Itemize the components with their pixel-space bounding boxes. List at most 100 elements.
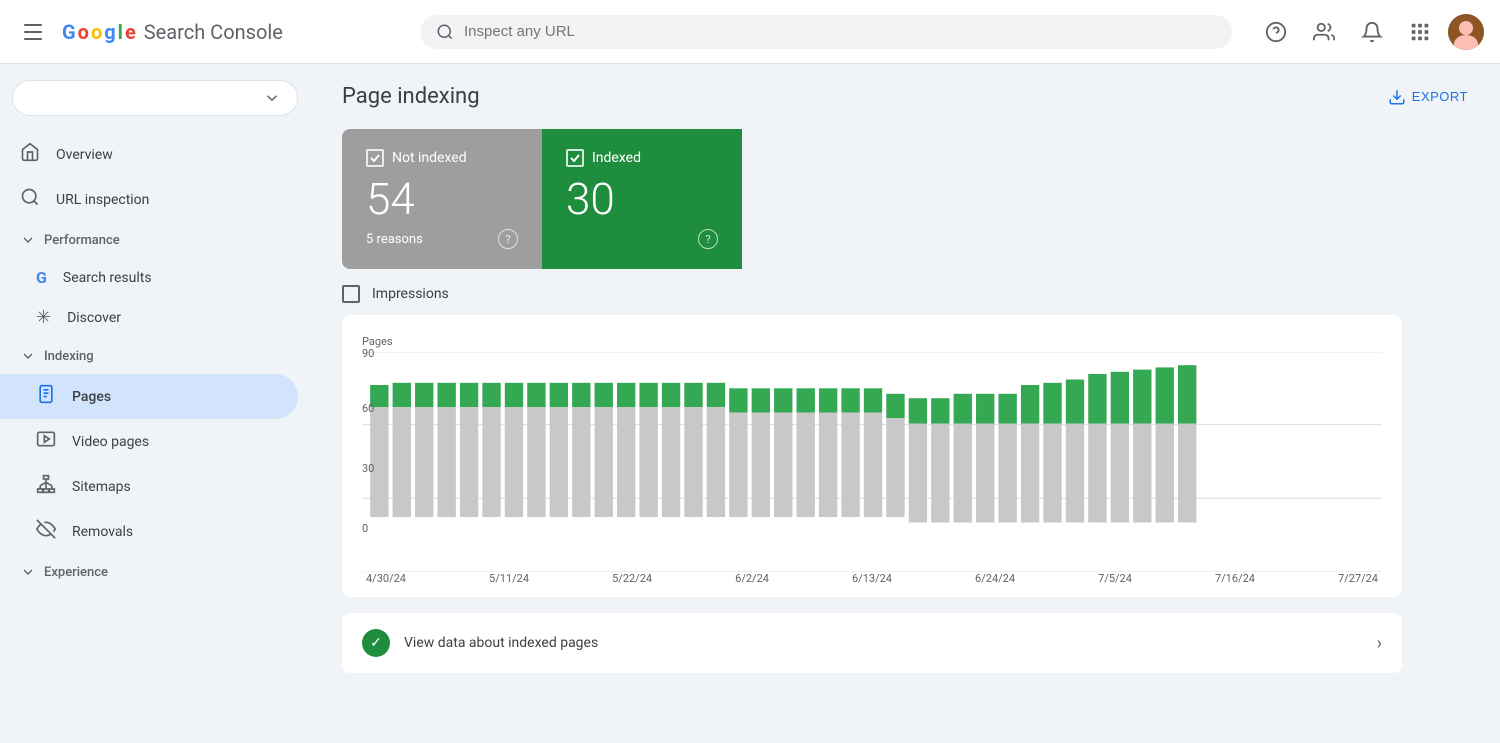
- sidebar-section-experience[interactable]: Experience: [0, 554, 310, 590]
- sidebar-item-discover[interactable]: ✳ Discover: [0, 297, 298, 338]
- topbar-left: Google Search Console: [16, 16, 396, 48]
- google-g-icon: G: [36, 268, 47, 287]
- logo-e: e: [125, 20, 136, 44]
- indexed-count: 30: [566, 175, 718, 223]
- arrow-right-icon: ›: [1377, 633, 1382, 654]
- app-name: Search Console: [144, 20, 283, 44]
- url-search-input[interactable]: [464, 23, 1216, 40]
- topbar: Google Search Console: [0, 0, 1500, 64]
- not-indexed-checkbox: [366, 149, 384, 167]
- help-icon: [1265, 21, 1287, 43]
- indexed-footer: ?: [566, 229, 718, 249]
- users-button[interactable]: [1304, 12, 1344, 52]
- bottom-card-text: View data about indexed pages: [404, 635, 598, 651]
- magnify-icon: [20, 187, 40, 212]
- app-logo: Google Search Console: [62, 20, 283, 44]
- chevron-down-icon: [20, 348, 36, 364]
- sidebar-item-label: Pages: [72, 389, 111, 405]
- check-icon: [569, 152, 581, 164]
- bell-icon: [1361, 21, 1383, 43]
- sidebar-item-search-results[interactable]: G Search results: [0, 258, 298, 297]
- notifications-button[interactable]: [1352, 12, 1392, 52]
- not-indexed-reasons: 5 reasons: [366, 232, 423, 247]
- eye-off-icon: [36, 519, 56, 544]
- pages-icon: [36, 384, 56, 409]
- avatar[interactable]: [1448, 14, 1484, 50]
- sidebar-item-label: Search results: [63, 270, 152, 286]
- indexed-checkbox: [566, 149, 584, 167]
- sidebar-section-performance[interactable]: Performance: [0, 222, 310, 258]
- x-label-7: 7/5/24: [1098, 572, 1132, 585]
- export-button[interactable]: EXPORT: [1388, 88, 1468, 106]
- not-indexed-header: Not indexed: [366, 149, 518, 167]
- sidebar-section-indexing[interactable]: Indexing: [0, 338, 310, 374]
- not-indexed-card: Not indexed 54 5 reasons ?: [342, 129, 542, 269]
- chevron-down-icon: [20, 232, 36, 248]
- sidebar-item-label: Sitemaps: [72, 479, 131, 495]
- indexed-pages-card[interactable]: ✓ View data about indexed pages ›: [342, 613, 1402, 673]
- sidebar-item-removals[interactable]: Removals: [0, 509, 298, 554]
- sidebar-item-label: URL inspection: [56, 192, 149, 208]
- impressions-checkbox[interactable]: [342, 285, 360, 303]
- search-icon: [436, 23, 454, 41]
- x-label-1: 4/30/24: [366, 572, 406, 585]
- indexed-header: Indexed: [566, 149, 718, 167]
- x-label-6: 6/24/24: [975, 572, 1015, 585]
- section-label: Performance: [44, 233, 120, 248]
- sidebar: Overview URL inspection Performance G Se…: [0, 64, 310, 743]
- apps-icon: [1409, 21, 1431, 43]
- indexed-label: Indexed: [592, 150, 641, 166]
- x-label-3: 5/22/24: [612, 572, 652, 585]
- index-cards: Not indexed 54 5 reasons ? Indexed 30: [342, 129, 1162, 269]
- x-label-4: 6/2/24: [735, 572, 769, 585]
- logo-g: G: [62, 20, 76, 44]
- x-label-8: 7/16/24: [1215, 572, 1255, 585]
- sidebar-item-label: Video pages: [72, 434, 149, 450]
- chevron-down-icon: [20, 564, 36, 580]
- impressions-row: Impressions: [342, 285, 1468, 303]
- chart-area: [362, 352, 1382, 572]
- apps-button[interactable]: [1400, 12, 1440, 52]
- not-indexed-help[interactable]: ?: [498, 229, 518, 249]
- help-button[interactable]: [1256, 12, 1296, 52]
- x-label-5: 6/13/24: [852, 572, 892, 585]
- sidebar-item-sitemaps[interactable]: Sitemaps: [0, 464, 298, 509]
- x-label-2: 5/11/24: [489, 572, 529, 585]
- sidebar-item-label: Removals: [72, 524, 133, 540]
- not-indexed-count: 54: [366, 175, 518, 223]
- main-layout: Overview URL inspection Performance G Se…: [0, 64, 1500, 743]
- download-icon: [1388, 88, 1406, 106]
- sidebar-item-overview[interactable]: Overview: [0, 132, 298, 177]
- check-icon: [369, 152, 381, 164]
- sidebar-item-video-pages[interactable]: Video pages: [0, 419, 298, 464]
- sidebar-item-url-inspection[interactable]: URL inspection: [0, 177, 298, 222]
- content-area: Page indexing EXPORT Not indexed 54 5 re…: [310, 64, 1500, 743]
- url-search-bar[interactable]: [420, 15, 1232, 49]
- avatar-icon: [1448, 14, 1484, 50]
- chart-bars: [370, 366, 1196, 523]
- sitemap-icon: [36, 474, 56, 499]
- not-indexed-footer: 5 reasons ?: [366, 229, 518, 249]
- bottom-card-left: ✓ View data about indexed pages: [362, 629, 598, 657]
- logo-o1: o: [78, 20, 89, 44]
- green-check-icon: ✓: [362, 629, 390, 657]
- logo-l: l: [118, 20, 123, 44]
- chevron-down-icon: [263, 89, 281, 107]
- chart-x-axis: 4/30/24 5/11/24 5/22/24 6/2/24 6/13/24 6…: [362, 572, 1382, 585]
- hamburger-icon: [24, 24, 42, 40]
- users-icon: [1313, 21, 1335, 43]
- home-icon: [20, 142, 40, 167]
- sidebar-item-pages[interactable]: Pages: [0, 374, 298, 419]
- sidebar-item-label: Overview: [56, 147, 113, 163]
- chart-y-label: Pages: [362, 335, 1382, 348]
- chart-svg: [362, 352, 1382, 572]
- logo-o2: o: [91, 20, 102, 44]
- section-label: Experience: [44, 565, 108, 580]
- video-icon: [36, 429, 56, 454]
- indexed-help[interactable]: ?: [698, 229, 718, 249]
- discover-icon: ✳: [36, 307, 51, 328]
- topbar-actions: [1256, 12, 1484, 52]
- export-label: EXPORT: [1412, 89, 1468, 104]
- property-selector[interactable]: [12, 80, 298, 116]
- menu-button[interactable]: [16, 16, 50, 48]
